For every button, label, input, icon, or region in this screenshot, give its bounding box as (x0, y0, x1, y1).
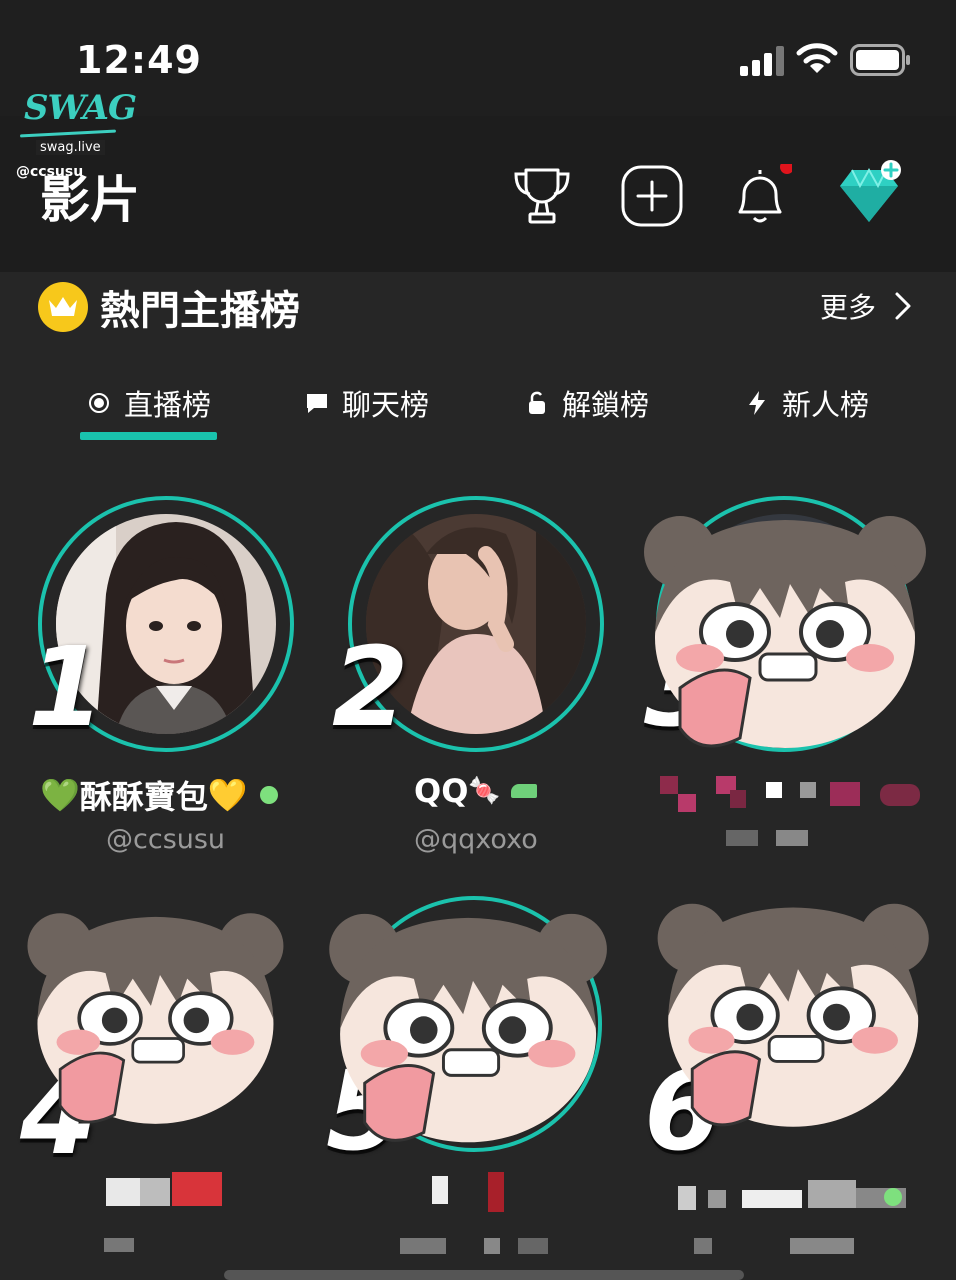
status-bar: 12:49 (0, 0, 956, 116)
streamer-name: 💚 酥酥寶包 💛 (40, 772, 278, 818)
streamer-name-text: QQ (414, 772, 469, 810)
pixelated-name (432, 1172, 522, 1222)
tab-live[interactable]: 直播榜 (86, 380, 211, 426)
badge-icon (510, 784, 537, 798)
status-time: 12:49 (76, 38, 202, 82)
tab-newcomer[interactable]: 新人榜 (744, 380, 869, 426)
sticker-face-icon (644, 516, 926, 748)
tab-live-label: 直播榜 (124, 388, 212, 422)
add-icon[interactable] (620, 164, 684, 228)
rank-number: 1 (28, 623, 105, 751)
yellow-heart-icon: 💛 (207, 776, 248, 814)
pixelated-handle (400, 1238, 550, 1254)
lightning-icon (744, 390, 770, 416)
more-link[interactable]: 更多 (820, 284, 912, 328)
home-indicator (224, 1270, 744, 1280)
trophy-icon[interactable] (510, 164, 574, 228)
pixelated-name (660, 776, 920, 812)
diamond-icon[interactable] (836, 160, 906, 230)
tab-newcomer-label: 新人榜 (782, 388, 870, 422)
streamer-card-2[interactable]: 2 QQ 🍬 @qqxoxo (332, 496, 646, 896)
ranking-tabs: 直播榜 聊天榜 解鎖榜 新人榜 (0, 380, 956, 440)
battery-icon (850, 44, 910, 76)
wifi-icon (796, 43, 838, 73)
active-tab-indicator (80, 432, 217, 440)
pixelated-handle (694, 1238, 894, 1254)
ranking-title: 熱門主播榜 (100, 288, 300, 334)
pixelated-handle (104, 1236, 164, 1252)
cellular-signal-icon (740, 46, 784, 76)
chat-icon (304, 390, 330, 416)
sticker-face-icon (27, 913, 284, 1124)
watermark-url: swag.live (36, 140, 105, 155)
chevron-right-icon (895, 292, 911, 320)
streamer-card-1[interactable]: 1 💚 酥酥寶包 💛 @ccsusu (28, 496, 336, 896)
live-icon (86, 390, 112, 416)
online-status-dot (259, 786, 278, 804)
unlock-icon (524, 390, 550, 416)
green-heart-icon: 💚 (40, 776, 80, 814)
tab-chat[interactable]: 聊天榜 (304, 380, 429, 426)
page-title: 影片 (40, 170, 140, 229)
pixelated-handle (726, 830, 846, 846)
streamer-name: QQ 🍬 (414, 772, 537, 810)
pixelated-name (106, 1172, 226, 1206)
candy-icon: 🍬 (468, 776, 501, 806)
ranking-section-header: 熱門主播榜 (38, 280, 300, 334)
rank-number: 2 (332, 623, 409, 751)
online-status-dot (884, 1188, 902, 1206)
streamer-name-text: 酥酥寶包 (79, 778, 208, 816)
streamer-handle: @qqxoxo (414, 824, 538, 855)
tab-chat-label: 聊天榜 (342, 388, 430, 422)
bell-icon[interactable] (728, 164, 792, 228)
sticker-face-icon (657, 903, 929, 1127)
sticker-face-icon (329, 913, 607, 1143)
more-label: 更多 (819, 291, 876, 324)
crown-icon (38, 282, 88, 332)
tab-unlock[interactable]: 解鎖榜 (524, 380, 649, 426)
tab-unlock-label: 解鎖榜 (562, 388, 650, 422)
streamer-handle: @ccsusu (106, 824, 226, 855)
app-header (0, 116, 956, 272)
swag-logo: SWAG (24, 88, 137, 128)
pixelated-name (678, 1180, 918, 1210)
